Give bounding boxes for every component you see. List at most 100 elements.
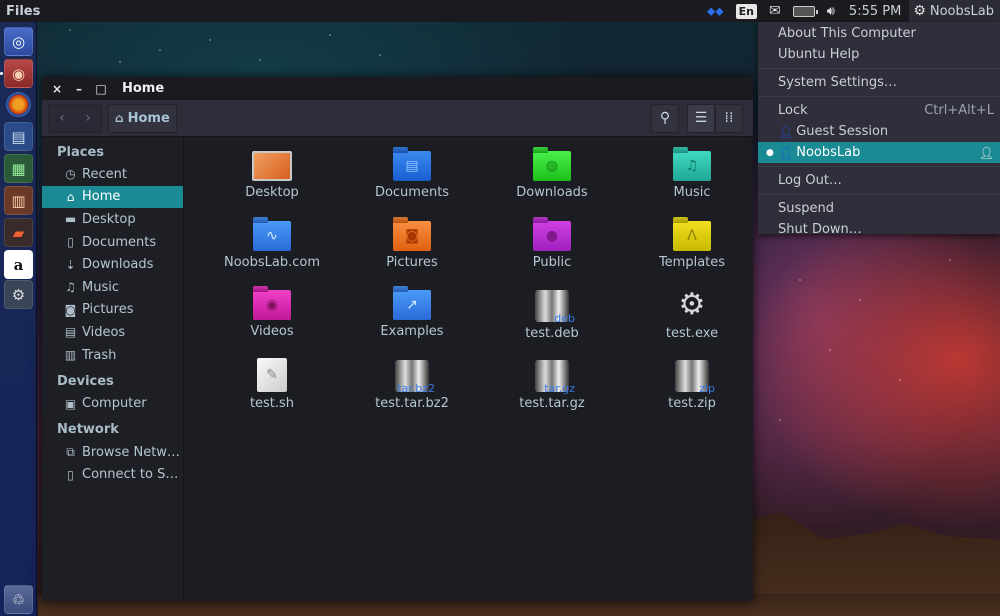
sidebar-item-downloads[interactable]: ⇣ Downloads: [42, 253, 183, 276]
file-item[interactable]: ∿ NoobsLab.com: [202, 219, 342, 289]
sidebar-item-documents[interactable]: ▯ Documents: [42, 231, 183, 254]
sidebar-item-label: Music: [82, 279, 119, 295]
toolbar-right: ⚲ ☰ ⁞⁞: [651, 103, 743, 133]
menu-item-label: Lock: [778, 103, 808, 118]
file-item[interactable]: zip test.zip: [622, 358, 762, 428]
folder-emblem-icon: ●: [545, 227, 559, 244]
file-item[interactable]: ⚙ test.exe: [622, 288, 762, 358]
close-button[interactable]: ×: [46, 82, 68, 96]
messaging-indicator[interactable]: ✉: [763, 0, 787, 22]
file-item[interactable]: deb test.deb: [482, 288, 622, 358]
sidebar-item-recent[interactable]: ◷ Recent: [42, 163, 183, 186]
list-icon: ☰: [694, 110, 708, 126]
path-bar-home[interactable]: ⌂ Home: [108, 103, 177, 133]
sidebar-item-browse-netw[interactable]: ⧉ Browse Netw…: [42, 441, 183, 464]
sidebar-item-label: Videos: [82, 324, 126, 340]
launcher-files-button[interactable]: ◉: [4, 59, 33, 88]
launcher-impress-button[interactable]: ▥: [4, 186, 33, 215]
file-name: test.exe: [665, 326, 719, 342]
menu-item-about-this-computer[interactable]: About This Computer: [758, 23, 1000, 44]
file-grid: Desktop ▤ Documents ◍ Downloads ♫ Music ∿ NoobsL…: [202, 149, 762, 427]
file-name: test.zip: [668, 395, 716, 411]
file-item[interactable]: Desktop: [202, 149, 342, 219]
launcher-calc-button[interactable]: ▦: [4, 154, 33, 183]
maximize-button[interactable]: □: [90, 82, 112, 96]
forward-button[interactable]: ›: [75, 105, 101, 132]
sidebar-item-connect-to-s[interactable]: ▯ Connect to S…: [42, 464, 183, 487]
files-window: × – □ Home ‹ › ⌂ Home ⚲ ☰ ⁞⁞ Places ◷ Rec…: [42, 77, 753, 601]
launcher-firefox-button[interactable]: [6, 92, 31, 117]
file-item[interactable]: ↗ Examples: [342, 288, 482, 358]
sidebar-heading-places: Places: [57, 144, 105, 160]
file-item[interactable]: ◉ Videos: [202, 288, 342, 358]
sound-indicator[interactable]: 🔊︎: [821, 0, 841, 22]
file-item[interactable]: ● Public: [482, 219, 622, 289]
folder-emblem-icon: ♫: [685, 158, 699, 174]
file-item[interactable]: tar.bz2 test.tar.bz2: [342, 358, 482, 428]
file-item[interactable]: Λ Templates: [622, 219, 762, 289]
pictures-folder-icon: ◙: [393, 220, 431, 251]
camera-icon: ◙: [64, 302, 77, 317]
file-item[interactable]: ♫ Music: [622, 149, 762, 219]
path-label: Home: [127, 110, 170, 126]
keyboard-indicator[interactable]: En: [730, 0, 763, 22]
running-indicator: [0, 72, 3, 75]
files-icon: ◉: [11, 64, 26, 83]
file-item[interactable]: ▤ Documents: [342, 149, 482, 219]
documents-folder-icon: ▤: [393, 151, 431, 181]
network-icon: ⬥⬥: [706, 3, 724, 18]
window-titlebar[interactable]: × – □ Home: [42, 77, 753, 100]
folder-icon: ▬: [64, 212, 77, 227]
launcher-settings-button[interactable]: ⚙: [4, 280, 33, 309]
session-indicator[interactable]: ⚙ NoobsLab: [909, 0, 1000, 22]
file-item[interactable]: tar.gz test.tar.gz: [482, 358, 622, 428]
clock-indicator[interactable]: 5:55 PM: [841, 0, 909, 22]
file-view[interactable]: Desktop ▤ Documents ◍ Downloads ♫ Music ∿ NoobsL…: [184, 137, 753, 600]
sidebar-item-label: Connect to S…: [82, 467, 179, 483]
grid-view-button[interactable]: ⁞⁞: [715, 103, 743, 133]
sidebar-item-music[interactable]: ♫ Music: [42, 276, 183, 299]
toolbar: ‹ › ⌂ Home ⚲ ☰ ⁞⁞: [42, 100, 753, 137]
list-view-button[interactable]: ☰: [687, 103, 715, 133]
file-item[interactable]: ◍ Downloads: [482, 149, 622, 219]
battery-indicator[interactable]: [787, 0, 821, 22]
sidebar-item-desktop[interactable]: ▬ Desktop: [42, 208, 183, 231]
menu-item-suspend[interactable]: Suspend: [758, 198, 1000, 219]
file-item[interactable]: ◙ Pictures: [342, 219, 482, 289]
menu-item-noobslab[interactable]: ● 👤︎ NoobsLab 👤︎: [758, 142, 1000, 163]
menu-item-label: Ubuntu Help: [778, 47, 860, 62]
sidebar-item-trash[interactable]: ▥ Trash: [42, 344, 183, 367]
search-button[interactable]: ⚲: [651, 103, 679, 133]
menu-item-shut-down[interactable]: Shut Down…: [758, 219, 1000, 240]
download-icon: ⇣: [65, 257, 76, 272]
menu-item-ubuntu-help[interactable]: Ubuntu Help: [758, 44, 1000, 65]
file-name: Music: [673, 185, 711, 200]
downloads-folder-icon: ◍: [533, 151, 571, 181]
menu-item-system-settings[interactable]: System Settings…: [758, 72, 1000, 93]
folder-emblem-icon: ↗: [406, 297, 418, 314]
archive-type-tag: tar.gz: [544, 381, 575, 395]
menu-item-lock[interactable]: Lock Ctrl+Alt+L: [758, 100, 1000, 121]
folder-emblem-icon: ◍: [545, 158, 559, 174]
launcher-dash-button[interactable]: ◎: [4, 27, 33, 56]
file-item[interactable]: ✎ test.sh: [202, 357, 342, 428]
desktop-folder-icon: [252, 151, 292, 181]
launcher-amazon-button[interactable]: a: [4, 250, 33, 279]
indicator-area: ⬥⬥ En ✉ 🔊︎ 5:55 PM ⚙ NoobsLab: [701, 0, 1000, 22]
sidebar-item-pictures[interactable]: ◙ Pictures: [42, 299, 183, 322]
menu-item-log-out[interactable]: Log Out…: [758, 170, 1000, 191]
sidebar-item-home[interactable]: ⌂ Home: [42, 185, 183, 209]
music-folder-icon: ♫: [673, 151, 711, 181]
launcher-trash-button[interactable]: ♲: [4, 585, 33, 614]
sidebar-item-computer[interactable]: ▣ Computer: [42, 392, 183, 415]
app-menu-title[interactable]: Files: [0, 4, 40, 19]
server-icon: ▯: [67, 467, 74, 482]
launcher-software-center-button[interactable]: ▰: [4, 218, 33, 247]
menu-item-guest-session[interactable]: 👤︎ Guest Session: [758, 121, 1000, 142]
network-indicator[interactable]: ⬥⬥: [701, 0, 730, 22]
back-button[interactable]: ‹: [49, 105, 75, 132]
minimize-button[interactable]: –: [68, 82, 90, 96]
launcher-writer-button[interactable]: ▤: [4, 122, 33, 151]
sidebar-item-videos[interactable]: ▤ Videos: [42, 321, 183, 344]
document-icon: ▯: [67, 235, 74, 250]
